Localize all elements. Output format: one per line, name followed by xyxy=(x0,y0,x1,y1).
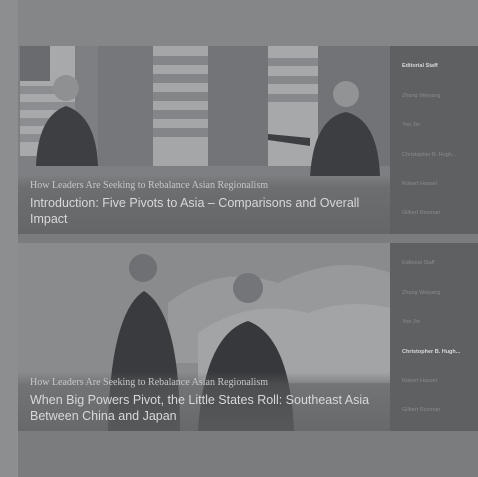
author-link[interactable]: Editorial Staff xyxy=(390,46,478,82)
article-title[interactable]: When Big Powers Pivot, the Little States… xyxy=(30,392,378,424)
author-link[interactable]: Gilbert Rozman xyxy=(390,199,478,228)
author-link[interactable]: Zhang Weiyang xyxy=(390,82,478,111)
author-link[interactable]: Yoo Jin xyxy=(390,308,478,337)
authors-panel-1: Editorial Staff Zhang Weiyang Yoo Jin Ch… xyxy=(390,46,478,234)
article-title[interactable]: Introduction: Five Pivots to Asia – Comp… xyxy=(30,195,378,227)
flag-center xyxy=(98,46,268,166)
authors-panel-2: Editorial Staff Zhang Weiyang Yoo Jin Ch… xyxy=(390,243,478,431)
author-link[interactable]: Gilbert Rozman xyxy=(390,396,478,425)
article-kicker: How Leaders Are Seeking to Rebalance Asi… xyxy=(30,377,268,388)
author-link[interactable]: Robert Hassel xyxy=(390,367,478,396)
author-link[interactable]: Yoo Jin xyxy=(390,111,478,140)
article-kicker: How Leaders Are Seeking to Rebalance Asi… xyxy=(30,180,268,191)
author-link[interactable]: Zhang Weiyang xyxy=(390,279,478,308)
top-bar xyxy=(18,0,478,46)
article-card-2[interactable]: How Leaders Are Seeking to Rebalance Asi… xyxy=(18,243,390,431)
author-link[interactable]: Christopher B. Hugh... xyxy=(390,338,478,367)
article-card-1[interactable]: How Leaders Are Seeking to Rebalance Asi… xyxy=(18,46,390,234)
article-caption: How Leaders Are Seeking to Rebalance Asi… xyxy=(18,175,390,234)
author-link[interactable]: Robert Hassel xyxy=(390,170,478,199)
author-link[interactable]: Christopher B. Hugh... xyxy=(390,141,478,170)
article-caption: How Leaders Are Seeking to Rebalance Asi… xyxy=(18,372,390,431)
author-link[interactable]: Editorial Staff xyxy=(390,243,478,279)
